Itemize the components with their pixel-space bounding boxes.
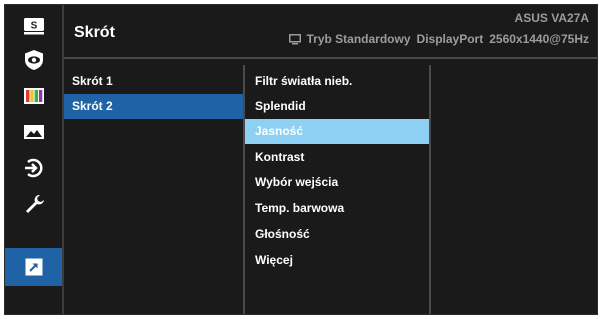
splendid-tab[interactable]: S xyxy=(5,9,62,43)
divider xyxy=(429,65,431,314)
option-color-temp[interactable]: Temp. barwowa xyxy=(245,196,429,221)
color-icon xyxy=(23,88,44,104)
shortcut-options: Filtr światła nieb. Splendid Jasność Kon… xyxy=(245,61,429,314)
input-source: DisplayPort xyxy=(416,32,484,46)
option-volume[interactable]: Głośność xyxy=(245,222,429,247)
option-contrast[interactable]: Kontrast xyxy=(245,145,429,170)
image-icon xyxy=(23,125,44,139)
menu-title: Skrót xyxy=(74,24,115,41)
monitor-icon xyxy=(288,33,301,44)
option-blue-light-filter[interactable]: Filtr światła nieb. xyxy=(245,69,429,94)
osd-menu: S Skrót ASUS VA27A Tryb Standardowy Disp… xyxy=(4,4,598,315)
option-brightness[interactable]: Jasność xyxy=(245,119,429,144)
menu-item-shortcut-1[interactable]: Skrót 1 xyxy=(64,69,243,94)
option-input-select[interactable]: Wybór wejścia xyxy=(245,170,429,195)
resolution: 2560x1440@75Hz xyxy=(489,32,589,46)
input-select-icon xyxy=(24,158,43,178)
category-rail: S xyxy=(5,5,64,314)
input-select-tab[interactable] xyxy=(5,151,62,185)
shortcut-menu: Skrót 1 Skrót 2 xyxy=(64,61,244,314)
color-tab[interactable] xyxy=(5,79,62,113)
option-more[interactable]: Więcej xyxy=(245,248,429,273)
model-name: ASUS VA27A xyxy=(514,11,589,25)
status-line: Tryb Standardowy DisplayPort 2560x1440@7… xyxy=(288,32,589,46)
blue-light-tab[interactable] xyxy=(5,43,62,77)
shortcut-tab[interactable] xyxy=(5,248,62,286)
svg-text:S: S xyxy=(30,21,37,32)
menu-item-shortcut-2[interactable]: Skrót 2 xyxy=(64,94,243,119)
option-splendid[interactable]: Splendid xyxy=(245,94,429,119)
image-tab[interactable] xyxy=(5,115,62,149)
system-setup-icon xyxy=(25,195,44,213)
osd-header: Skrót ASUS VA27A Tryb Standardowy Displa… xyxy=(64,5,597,59)
system-setup-tab[interactable] xyxy=(5,187,62,221)
display-mode: Tryb Standardowy xyxy=(306,32,411,46)
splendid-icon: S xyxy=(23,18,44,35)
shortcut-icon xyxy=(25,258,42,276)
blue-light-filter-icon xyxy=(24,50,43,70)
